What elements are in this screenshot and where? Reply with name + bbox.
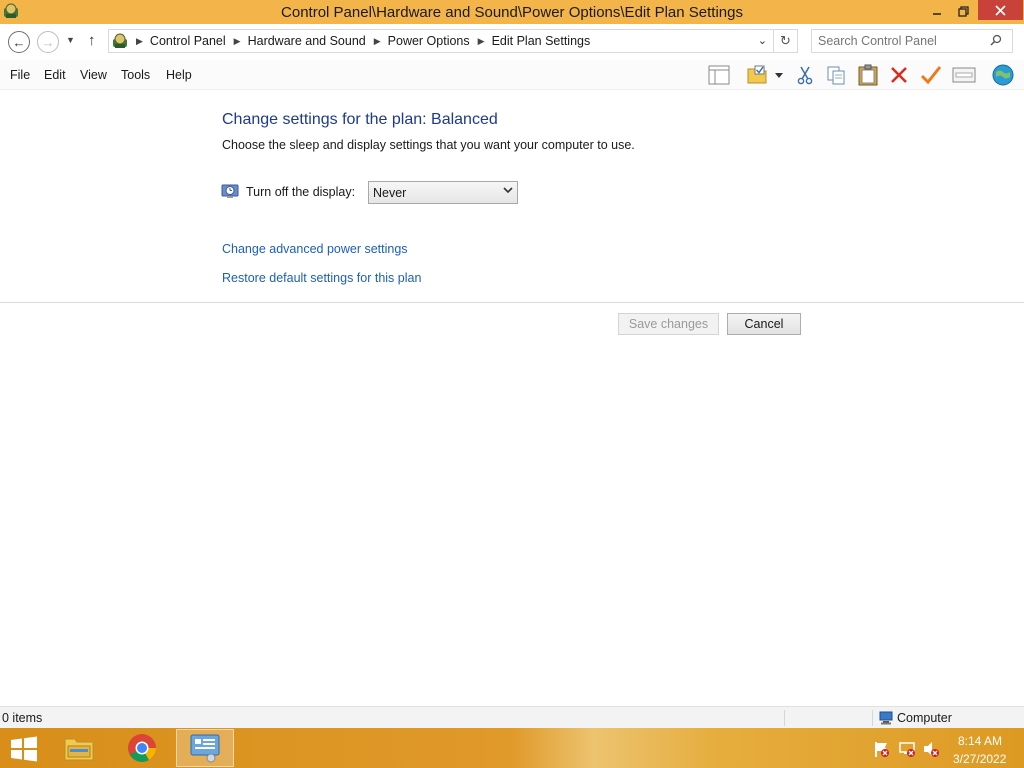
search-icon[interactable] [990, 34, 1002, 49]
chevron-down-icon: ▼ [66, 35, 75, 45]
turn-off-display-label: Turn off the display: [246, 185, 356, 199]
delete-icon[interactable] [886, 63, 912, 87]
turn-off-display-select[interactable]: Never [368, 181, 518, 204]
breadcrumb-control-panel[interactable]: Control Panel [150, 34, 226, 48]
back-arrow-icon: ← [12, 34, 26, 50]
status-separator [784, 710, 785, 726]
restore-button[interactable] [950, 0, 976, 22]
control-panel-icon [113, 33, 127, 48]
restore-default-settings-link[interactable]: Restore default settings for this plan [222, 271, 421, 285]
taskbar [0, 728, 1024, 768]
page-title: Change settings for the plan: Balanced [222, 111, 498, 128]
status-separator [872, 710, 873, 726]
menu-bar: File Edit View Tools Help [0, 60, 1024, 90]
breadcrumb-hardware-and-sound[interactable]: Hardware and Sound [248, 34, 366, 48]
minimize-icon [933, 13, 941, 15]
minimize-button[interactable] [924, 0, 950, 22]
layout-pane-icon[interactable] [706, 63, 732, 87]
menu-view[interactable]: View [80, 68, 107, 82]
forward-arrow-icon: → [41, 34, 55, 50]
folder-checked-icon[interactable] [744, 63, 770, 87]
forward-button[interactable]: → [37, 31, 59, 53]
chrome-icon[interactable] [113, 729, 171, 767]
display-icon [221, 184, 239, 198]
refresh-icon: ↻ [780, 33, 791, 48]
refresh-button[interactable]: ↻ [774, 29, 798, 53]
file-explorer-icon[interactable] [50, 729, 108, 767]
breadcrumb-edit-plan-settings[interactable]: Edit Plan Settings [492, 34, 591, 48]
action-center-flag-icon[interactable] [873, 740, 891, 758]
dropdown-icon[interactable] [768, 63, 790, 87]
control-panel-icon[interactable] [176, 729, 234, 767]
properties-icon[interactable] [951, 63, 977, 87]
breadcrumb-power-options[interactable]: Power Options [388, 34, 470, 48]
search-input[interactable] [811, 29, 1013, 53]
chevron-right-icon: ▶ [136, 35, 143, 46]
menu-help[interactable]: Help [166, 68, 192, 82]
control-panel-icon [4, 3, 18, 18]
check-icon[interactable] [918, 63, 944, 87]
chevron-down-icon [503, 186, 513, 197]
close-button[interactable] [978, 0, 1023, 20]
save-changes-button[interactable]: Save changes [618, 313, 719, 335]
globe-icon[interactable] [990, 63, 1016, 87]
window-title: Control Panel\Hardware and Sound\Power O… [281, 4, 743, 21]
page-description: Choose the sleep and display settings th… [222, 138, 635, 152]
chevron-right-icon[interactable]: ▶ [374, 36, 381, 47]
cancel-button[interactable]: Cancel [727, 313, 801, 335]
computer-icon [879, 711, 893, 725]
recent-locations-button[interactable]: ▼ [66, 35, 75, 45]
chevron-right-icon[interactable]: ▶ [234, 36, 241, 47]
up-button[interactable]: ↑ [88, 32, 96, 49]
cut-icon[interactable] [792, 63, 818, 87]
address-bar[interactable]: ▶ Control Panel ▶ Hardware and Sound ▶ P… [108, 29, 774, 53]
address-dropdown-icon[interactable]: ⌄ [758, 34, 767, 47]
close-icon [995, 4, 1006, 16]
menu-file[interactable]: File [10, 68, 30, 82]
clock-time[interactable]: 8:14 AM [958, 734, 1002, 748]
turn-off-display-value: Never [373, 186, 407, 200]
windows-start-icon[interactable] [8, 736, 40, 762]
status-location: Computer [897, 711, 952, 725]
network-icon[interactable] [898, 740, 916, 758]
status-bar: 0 items Computer [0, 706, 1024, 728]
restore-icon [957, 5, 969, 17]
back-button[interactable]: ← [8, 31, 30, 53]
menu-tools[interactable]: Tools [121, 68, 150, 82]
volume-muted-icon[interactable] [922, 740, 940, 758]
item-count: 0 items [2, 711, 43, 725]
title-bar: Control Panel\Hardware and Sound\Power O… [0, 0, 1024, 24]
menu-edit[interactable]: Edit [44, 68, 66, 82]
address-row: ← → ▼ ↑ ▶ Control Panel ▶ Hardware and S… [0, 24, 1024, 60]
up-arrow-icon: ↑ [88, 32, 96, 49]
change-advanced-power-settings-link[interactable]: Change advanced power settings [222, 242, 408, 256]
chevron-right-icon[interactable]: ▶ [478, 36, 485, 47]
divider [0, 302, 1024, 303]
paste-icon[interactable] [855, 63, 881, 87]
copy-icon[interactable] [823, 63, 849, 87]
clock-date[interactable]: 3/27/2022 [953, 752, 1006, 766]
